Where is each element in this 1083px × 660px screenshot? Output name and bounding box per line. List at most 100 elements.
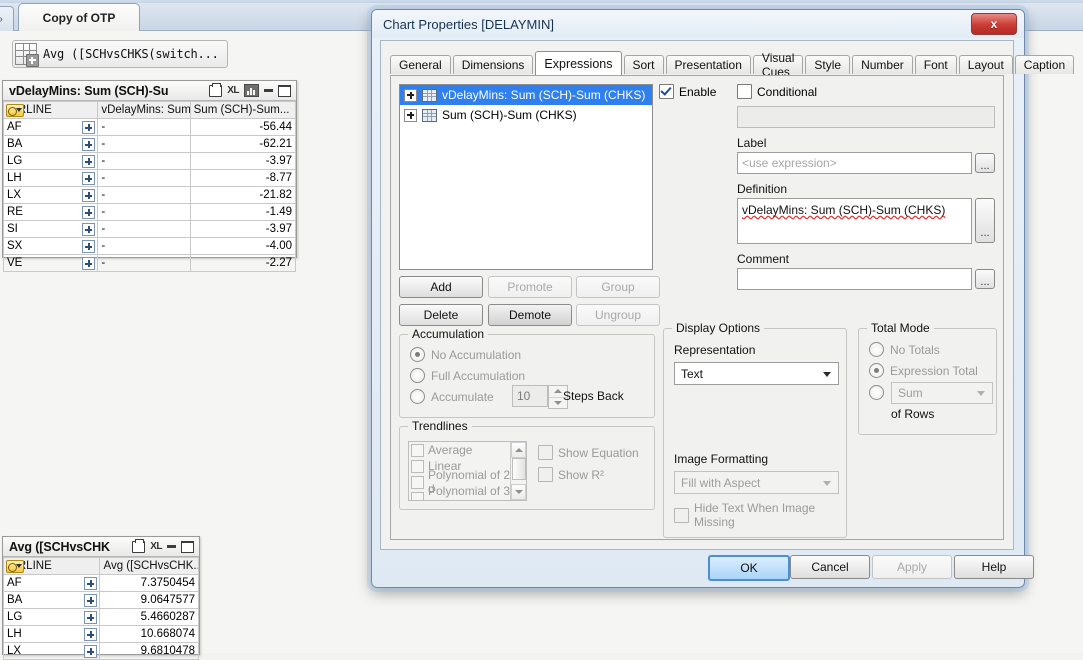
expand-icon[interactable] bbox=[84, 611, 98, 624]
table-row[interactable]: LH 10.668074 bbox=[2, 625, 199, 643]
expand-icon[interactable] bbox=[82, 172, 96, 185]
excel-icon[interactable]: XL bbox=[227, 85, 239, 96]
tab-number[interactable]: Number bbox=[852, 55, 913, 74]
tab-style[interactable]: Style bbox=[805, 55, 851, 74]
table-cell-value[interactable]: -2.27 bbox=[189, 254, 297, 272]
trendlines-list[interactable]: Average Linear Polynomial of 2nd d Polynomi… bbox=[408, 441, 527, 501]
table-cell-value[interactable]: - bbox=[97, 152, 191, 170]
table-row[interactable]: SX - -4.00 bbox=[2, 237, 297, 255]
label-input[interactable]: <use expression> bbox=[737, 152, 972, 174]
column-header-avg[interactable]: Avg ([SCHvsCHK... bbox=[99, 557, 199, 575]
table-cell-value[interactable]: 10.668074 bbox=[99, 625, 199, 643]
close-icon[interactable]: x bbox=[971, 13, 1017, 35]
minimize-icon[interactable] bbox=[167, 544, 176, 548]
checkbox-box[interactable] bbox=[411, 491, 424, 500]
definition-input[interactable]: vDelayMins: Sum (SCH)-Sum (CHKS) bbox=[737, 198, 972, 244]
table-cell-value[interactable]: -4.00 bbox=[189, 237, 297, 255]
expand-icon[interactable] bbox=[404, 88, 417, 102]
table-row[interactable]: LG - -3.97 bbox=[2, 152, 297, 170]
expand-icon[interactable] bbox=[82, 257, 96, 270]
expand-icon[interactable] bbox=[82, 155, 96, 168]
table-cell-value[interactable]: -8.77 bbox=[189, 169, 297, 187]
table-cell-dimension[interactable]: AF bbox=[2, 118, 99, 136]
table-cell-value[interactable]: - bbox=[97, 203, 191, 221]
table-cell-value[interactable]: 9.6810478 bbox=[99, 642, 199, 660]
table-cell-value[interactable]: - bbox=[97, 118, 191, 136]
scroll-down-icon[interactable] bbox=[511, 484, 526, 500]
table-cell-value[interactable]: 5.4660287 bbox=[99, 608, 199, 626]
delete-expression-button[interactable]: Delete bbox=[399, 304, 483, 326]
table-cell-dimension[interactable]: RE bbox=[2, 203, 99, 221]
table-row[interactable]: BA 9.0647577 bbox=[2, 591, 199, 609]
expand-icon[interactable] bbox=[82, 189, 96, 202]
search-dropdown-icon[interactable] bbox=[6, 560, 24, 573]
table-cell-value[interactable]: - bbox=[97, 135, 191, 153]
table-cell-dimension[interactable]: SX bbox=[2, 237, 99, 255]
enable-checkbox[interactable]: Enable bbox=[659, 84, 737, 99]
tab-general[interactable]: General bbox=[390, 55, 451, 74]
minimize-icon[interactable] bbox=[264, 88, 273, 92]
table-cell-value[interactable]: - bbox=[97, 186, 191, 204]
scroll-up-icon[interactable] bbox=[511, 442, 526, 458]
table-cell-value[interactable]: 7.3750454 bbox=[99, 574, 199, 592]
maximize-icon[interactable] bbox=[278, 84, 291, 97]
tab-layout[interactable]: Layout bbox=[958, 55, 1013, 74]
trendline-item[interactable]: Average bbox=[409, 442, 526, 458]
table-row[interactable]: BA - -62.21 bbox=[2, 135, 297, 153]
table-cell-value[interactable]: -3.97 bbox=[189, 220, 297, 238]
ok-button[interactable]: OK bbox=[708, 555, 790, 581]
table-cell-dimension[interactable]: BA bbox=[2, 591, 101, 609]
column-header-airline[interactable]: AIRLINE bbox=[2, 557, 101, 575]
table-cell-dimension[interactable]: VE bbox=[2, 254, 99, 272]
table-cell-dimension[interactable]: LG bbox=[2, 608, 101, 626]
table-cell-value[interactable]: - bbox=[97, 169, 191, 187]
table-cell-value[interactable]: -3.97 bbox=[189, 152, 297, 170]
dialog-title-bar[interactable]: Chart Properties [DELAYMIN] x bbox=[372, 10, 1024, 38]
table-cell-value[interactable]: -56.44 bbox=[189, 118, 297, 136]
table-row[interactable]: LX - -21.82 bbox=[2, 186, 297, 204]
table-cell-dimension[interactable]: SI bbox=[2, 220, 99, 238]
table-cell-value[interactable]: - bbox=[97, 220, 191, 238]
table-cell-dimension[interactable]: AF bbox=[2, 574, 101, 592]
table-cell-value[interactable]: 9.0647577 bbox=[99, 591, 199, 609]
table-row[interactable]: LH - -8.77 bbox=[2, 169, 297, 187]
table-cell-value[interactable]: - bbox=[97, 237, 191, 255]
label-ellipsis-button[interactable]: ... bbox=[975, 153, 995, 173]
table-cell-dimension[interactable]: LX bbox=[2, 642, 101, 660]
comment-ellipsis-button[interactable]: ... bbox=[975, 269, 995, 289]
chart-icon[interactable] bbox=[244, 84, 259, 97]
table-row[interactable]: LX 9.6810478 bbox=[2, 642, 199, 660]
column-header-airline[interactable]: AIRLINE bbox=[2, 101, 99, 119]
table-row[interactable]: AF 7.3750454 bbox=[2, 574, 199, 592]
expand-icon[interactable] bbox=[84, 628, 98, 641]
add-expression-button[interactable]: Add bbox=[399, 276, 483, 298]
search-dropdown-icon[interactable] bbox=[6, 104, 24, 117]
column-header-vdelaymins[interactable]: vDelayMins: Sum... bbox=[97, 101, 191, 119]
tab-caption[interactable]: Caption bbox=[1014, 55, 1075, 74]
representation-dropdown[interactable]: Text bbox=[674, 362, 839, 385]
object-caption[interactable]: vDelayMins: Sum (SCH)-Su XL bbox=[3, 81, 296, 101]
table-row[interactable]: LG 5.4660287 bbox=[2, 608, 199, 626]
tab-presentation[interactable]: Presentation bbox=[665, 55, 751, 74]
maximize-icon[interactable] bbox=[181, 540, 194, 553]
table-cell-dimension[interactable]: LH bbox=[2, 169, 99, 187]
sheet-object-button[interactable]: Avg ([SCHvsCHKS(switch... bbox=[12, 40, 228, 68]
sheet-tab-previous[interactable]: » bbox=[0, 6, 14, 31]
table-cell-value[interactable]: -21.82 bbox=[189, 186, 297, 204]
straight-table-avg-schvschk[interactable]: Avg ([SCHvsCHK XL AIRLINE Avg ([SCHvsCHK… bbox=[2, 536, 200, 660]
trendline-item[interactable]: Polynomial of 3rd d bbox=[409, 484, 526, 500]
table-cell-dimension[interactable]: BA bbox=[2, 135, 99, 153]
object-caption[interactable]: Avg ([SCHvsCHK XL bbox=[3, 537, 199, 557]
trendlines-scrollbar[interactable] bbox=[510, 442, 526, 500]
table-row[interactable]: SI - -3.97 bbox=[2, 220, 297, 238]
conditional-input[interactable] bbox=[737, 106, 995, 128]
expression-list-item[interactable]: vDelayMins: Sum (SCH)-Sum (CHKS) bbox=[400, 85, 652, 105]
table-row[interactable]: RE - -1.49 bbox=[2, 203, 297, 221]
table-cell-value[interactable]: -1.49 bbox=[189, 203, 297, 221]
tab-dimensions[interactable]: Dimensions bbox=[452, 55, 534, 74]
print-icon[interactable] bbox=[209, 82, 223, 97]
table-cell-dimension[interactable]: LG bbox=[2, 152, 99, 170]
scrollbar-thumb[interactable] bbox=[512, 458, 526, 480]
tab-expressions[interactable]: Expressions bbox=[535, 51, 622, 75]
help-button[interactable]: Help bbox=[954, 555, 1034, 579]
